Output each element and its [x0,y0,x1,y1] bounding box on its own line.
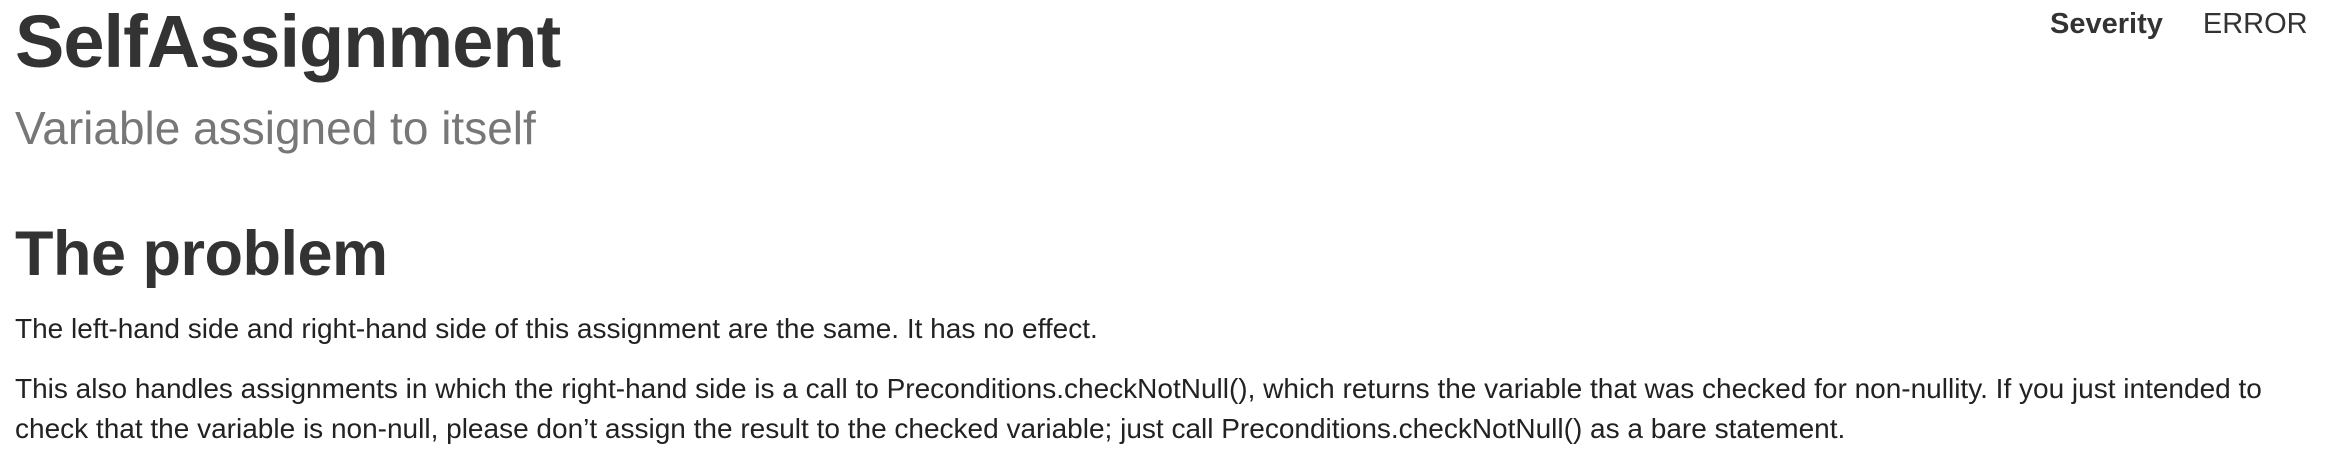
severity-value: ERROR [2202,8,2308,40]
page-subtitle: Variable assigned to itself [15,102,536,154]
severity-meta: Severity ERROR [2050,4,2330,44]
section-heading-the-problem: The problem [15,219,388,289]
severity-label: Severity [2050,8,2163,40]
problem-paragraph-2: This also handles assignments in which t… [15,373,2262,444]
doc-page: SelfAssignment Variable assigned to itse… [0,0,2350,450]
page-title: SelfAssignment [15,0,561,83]
problem-paragraph-1: The left-hand side and right-hand side o… [15,313,1098,344]
